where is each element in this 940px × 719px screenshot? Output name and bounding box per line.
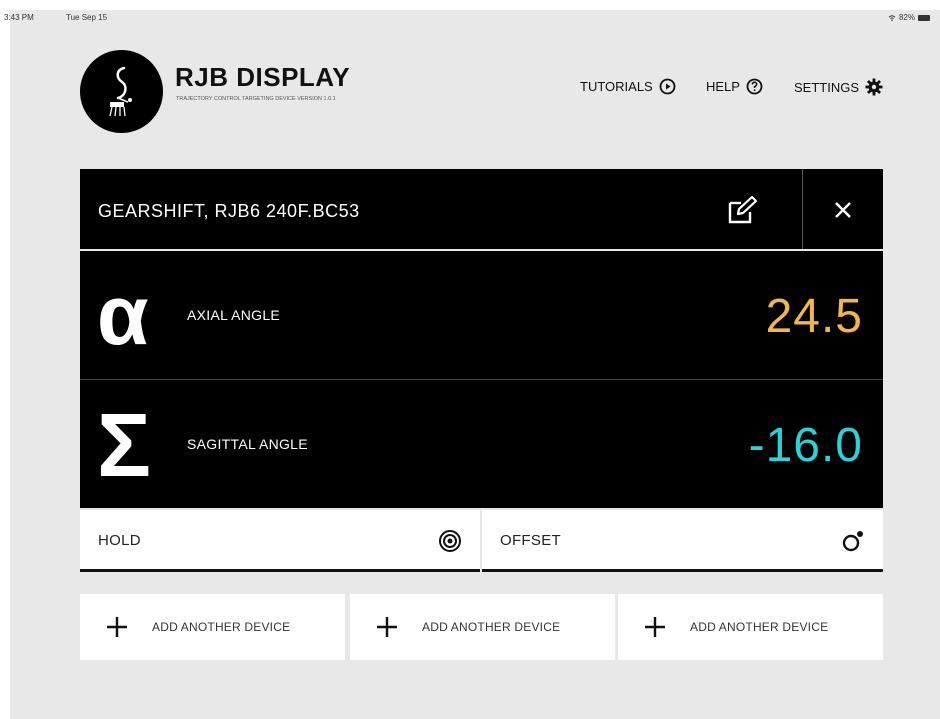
offset-button[interactable]: OFFSET <box>482 510 883 572</box>
device-header: GEARSHIFT, RJB6 240F.BC53 <box>80 169 883 249</box>
gear-icon <box>865 78 883 96</box>
hold-button[interactable]: HOLD <box>80 510 480 572</box>
nav-help-label: HELP <box>706 79 740 94</box>
status-indicators: 82% <box>888 13 930 22</box>
sagittal-angle-row: Σ SAGITTAL ANGLE -16.0 <box>80 380 883 508</box>
plus-icon <box>377 617 397 637</box>
app-logo <box>80 50 163 133</box>
hold-label: HOLD <box>98 532 141 549</box>
status-time: 3:43 PM <box>4 13 34 22</box>
nav-settings-label: SETTINGS <box>794 79 860 95</box>
axial-angle-value: 24.5 <box>765 290 863 343</box>
nav-tutorials-label: TUTORIALS <box>580 79 653 94</box>
battery-percent: 82% <box>898 13 915 22</box>
edit-icon[interactable] <box>726 195 760 225</box>
offset-label: OFFSET <box>500 532 561 549</box>
device-name: GEARSHIFT, RJB6 240F.BC53 <box>98 201 360 221</box>
wifi-icon <box>888 14 896 21</box>
axial-angle-row: α AXIAL ANGLE 24.5 <box>80 251 883 379</box>
close-icon[interactable] <box>832 199 854 221</box>
sigma-icon: Σ <box>97 396 152 496</box>
alpha-icon: α <box>97 268 149 362</box>
add-device-button[interactable]: ADD ANOTHER DEVICE <box>350 594 615 660</box>
add-device-label: ADD ANOTHER DEVICE <box>152 620 291 634</box>
axial-angle-label: AXIAL ANGLE <box>187 307 281 323</box>
question-circle-icon <box>746 78 763 95</box>
logo-glyph-icon <box>109 66 132 117</box>
offset-icon <box>842 531 863 552</box>
header-divider <box>802 169 803 249</box>
add-device-label: ADD ANOTHER DEVICE <box>422 620 561 634</box>
status-date: Tue Sep 15 <box>66 13 108 22</box>
app-title: RJB DISPLAY <box>175 62 351 92</box>
nav-settings[interactable]: SETTINGS <box>794 78 883 96</box>
nav-help[interactable]: HELP <box>706 78 763 95</box>
plus-icon <box>645 617 665 637</box>
nav-tutorials[interactable]: TUTORIALS <box>580 78 676 95</box>
plus-icon <box>107 617 127 637</box>
app-subtitle: TRAJECTORY CONTROL TARGETING DEVICE VERS… <box>176 96 336 102</box>
play-circle-icon <box>659 78 676 95</box>
sagittal-angle-value: -16.0 <box>748 419 863 472</box>
target-icon <box>439 530 461 552</box>
status-bar: 3:43 PM Tue Sep 15 82% <box>0 0 940 22</box>
add-device-button[interactable]: ADD ANOTHER DEVICE <box>80 594 345 660</box>
add-device-label: ADD ANOTHER DEVICE <box>690 620 829 634</box>
battery-icon <box>918 14 930 21</box>
sagittal-angle-label: SAGITTAL ANGLE <box>187 436 308 452</box>
add-device-button[interactable]: ADD ANOTHER DEVICE <box>618 594 883 660</box>
